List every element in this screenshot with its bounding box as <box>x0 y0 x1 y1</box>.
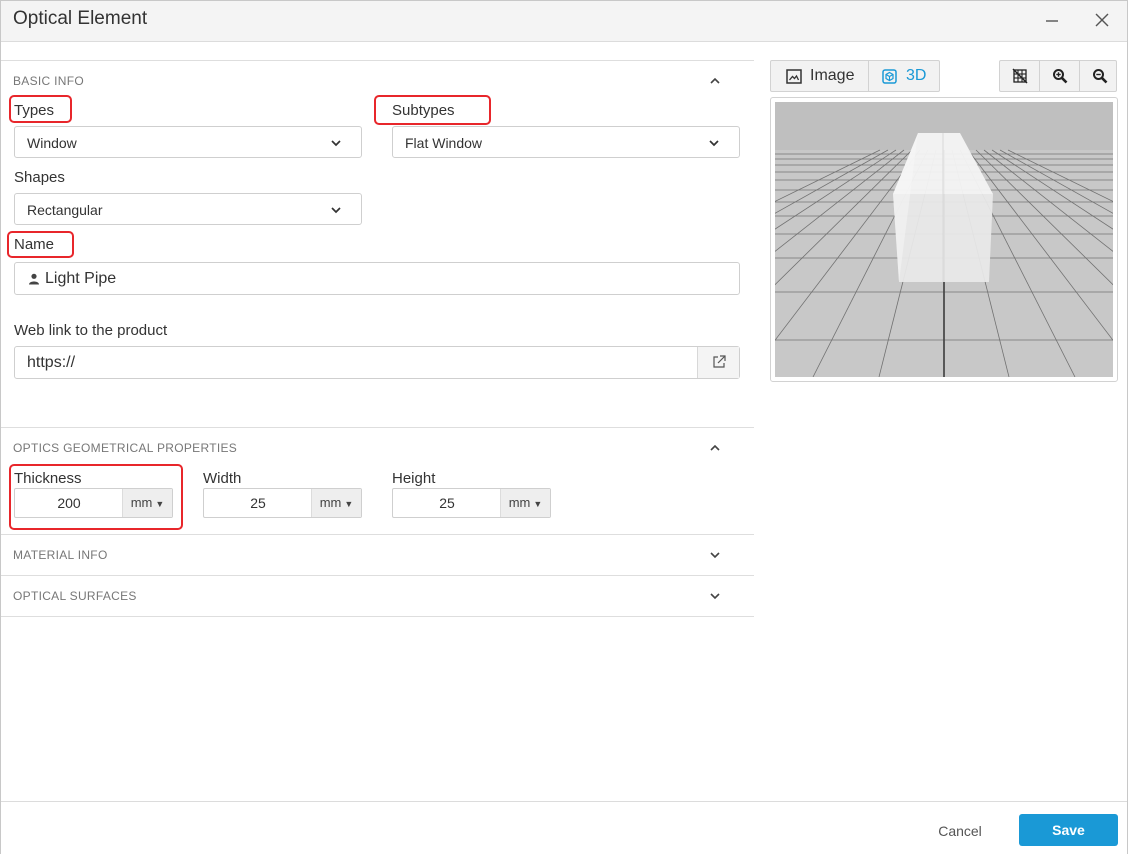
open-link-button[interactable] <box>697 347 739 378</box>
caret-down-icon: ▼ <box>155 499 165 509</box>
caret-down-icon: ▼ <box>344 499 354 509</box>
caret-down-icon: ▼ <box>533 499 543 509</box>
types-select-value: Window <box>27 135 77 151</box>
geometry-section-label: OPTICS GEOMETRICAL PROPERTIES <box>13 441 238 455</box>
chevron-down-icon <box>329 203 343 222</box>
types-label-highlight <box>9 95 72 123</box>
dialog-footer: Cancel Save <box>1 801 1127 854</box>
tab-3d-label: 3D <box>906 67 927 84</box>
chevron-down-icon <box>329 136 343 155</box>
height-input[interactable]: 25 <box>393 489 501 517</box>
width-unit-select[interactable]: mm ▼ <box>311 489 361 517</box>
tab-image-label: Image <box>810 67 855 84</box>
subtypes-label-highlight <box>374 95 491 125</box>
grid-off-icon <box>1011 68 1028 84</box>
chevron-down-icon <box>707 547 723 563</box>
height-unit-value: mm <box>508 495 531 510</box>
zoom-in-icon <box>1052 69 1067 84</box>
thickness-unit-select[interactable]: mm ▼ <box>122 489 172 517</box>
optical-surfaces-section-label: OPTICAL SURFACES <box>13 589 137 603</box>
image-icon <box>786 69 802 89</box>
name-input[interactable]: Light Pipe <box>14 262 740 295</box>
chevron-up-icon <box>707 73 723 89</box>
height-label: Height <box>392 470 436 487</box>
chevron-down-icon <box>707 588 723 604</box>
thickness-field: 200 mm ▼ <box>14 488 173 518</box>
cube-3d-icon <box>882 69 897 89</box>
minimize-icon <box>1046 20 1058 22</box>
weblink-input[interactable]: https:// <box>14 346 740 379</box>
weblink-label: Web link to the product <box>14 322 168 339</box>
close-button[interactable] <box>1089 7 1115 33</box>
name-label-highlight <box>7 231 74 258</box>
optical-surfaces-header[interactable]: OPTICAL SURFACES <box>1 575 754 617</box>
title-bar: Optical Element <box>1 1 1127 42</box>
close-icon <box>1095 13 1109 27</box>
types-select[interactable]: Window <box>14 126 362 158</box>
shapes-label: Shapes <box>14 169 65 186</box>
material-info-section-label: MATERIAL INFO <box>13 548 108 562</box>
width-label: Width <box>203 470 242 487</box>
toggle-grid-button[interactable] <box>1000 61 1040 91</box>
properties-panel: BASIC INFO Types Window Subtypes Flat Wi… <box>1 42 755 802</box>
tab-image[interactable]: Image <box>771 61 869 91</box>
tab-3d[interactable]: 3D <box>869 61 939 91</box>
basic-info-section-label: BASIC INFO <box>13 74 85 88</box>
dialog-title: Optical Element <box>13 8 148 29</box>
height-unit-select[interactable]: mm ▼ <box>500 489 550 517</box>
preview-tools <box>999 60 1117 92</box>
width-field: 25 mm ▼ <box>203 488 362 518</box>
chevron-up-icon <box>707 440 723 456</box>
save-button[interactable]: Save <box>1019 814 1118 846</box>
optical-element-dialog: Optical Element BASIC INFO Types Window … <box>0 0 1128 854</box>
shapes-select[interactable]: Rectangular <box>14 193 362 225</box>
external-link-icon <box>712 355 726 368</box>
thickness-unit-value: mm <box>130 495 153 510</box>
zoom-out-icon <box>1092 69 1107 84</box>
chevron-down-icon <box>707 136 721 155</box>
width-unit-value: mm <box>319 495 342 510</box>
thickness-input[interactable]: 200 <box>15 489 123 517</box>
3d-scene <box>775 102 1113 377</box>
width-input[interactable]: 25 <box>204 489 312 517</box>
subtypes-select-value: Flat Window <box>405 135 483 151</box>
shapes-select-value: Rectangular <box>27 202 103 218</box>
zoom-out-button[interactable] <box>1080 61 1119 91</box>
height-field: 25 mm ▼ <box>392 488 551 518</box>
zoom-in-button[interactable] <box>1040 61 1080 91</box>
weblink-input-value: https:// <box>27 354 76 371</box>
preview-mode-tabs: Image 3D <box>770 60 940 92</box>
subtypes-select[interactable]: Flat Window <box>392 126 740 158</box>
user-icon <box>28 272 40 290</box>
geometry-header[interactable]: OPTICS GEOMETRICAL PROPERTIES <box>1 427 754 468</box>
cancel-button[interactable]: Cancel <box>929 816 991 846</box>
material-info-header[interactable]: MATERIAL INFO <box>1 534 754 575</box>
3d-preview-viewport[interactable] <box>770 97 1118 382</box>
minimize-button[interactable] <box>1039 7 1065 33</box>
name-input-value: Light Pipe <box>45 270 117 287</box>
